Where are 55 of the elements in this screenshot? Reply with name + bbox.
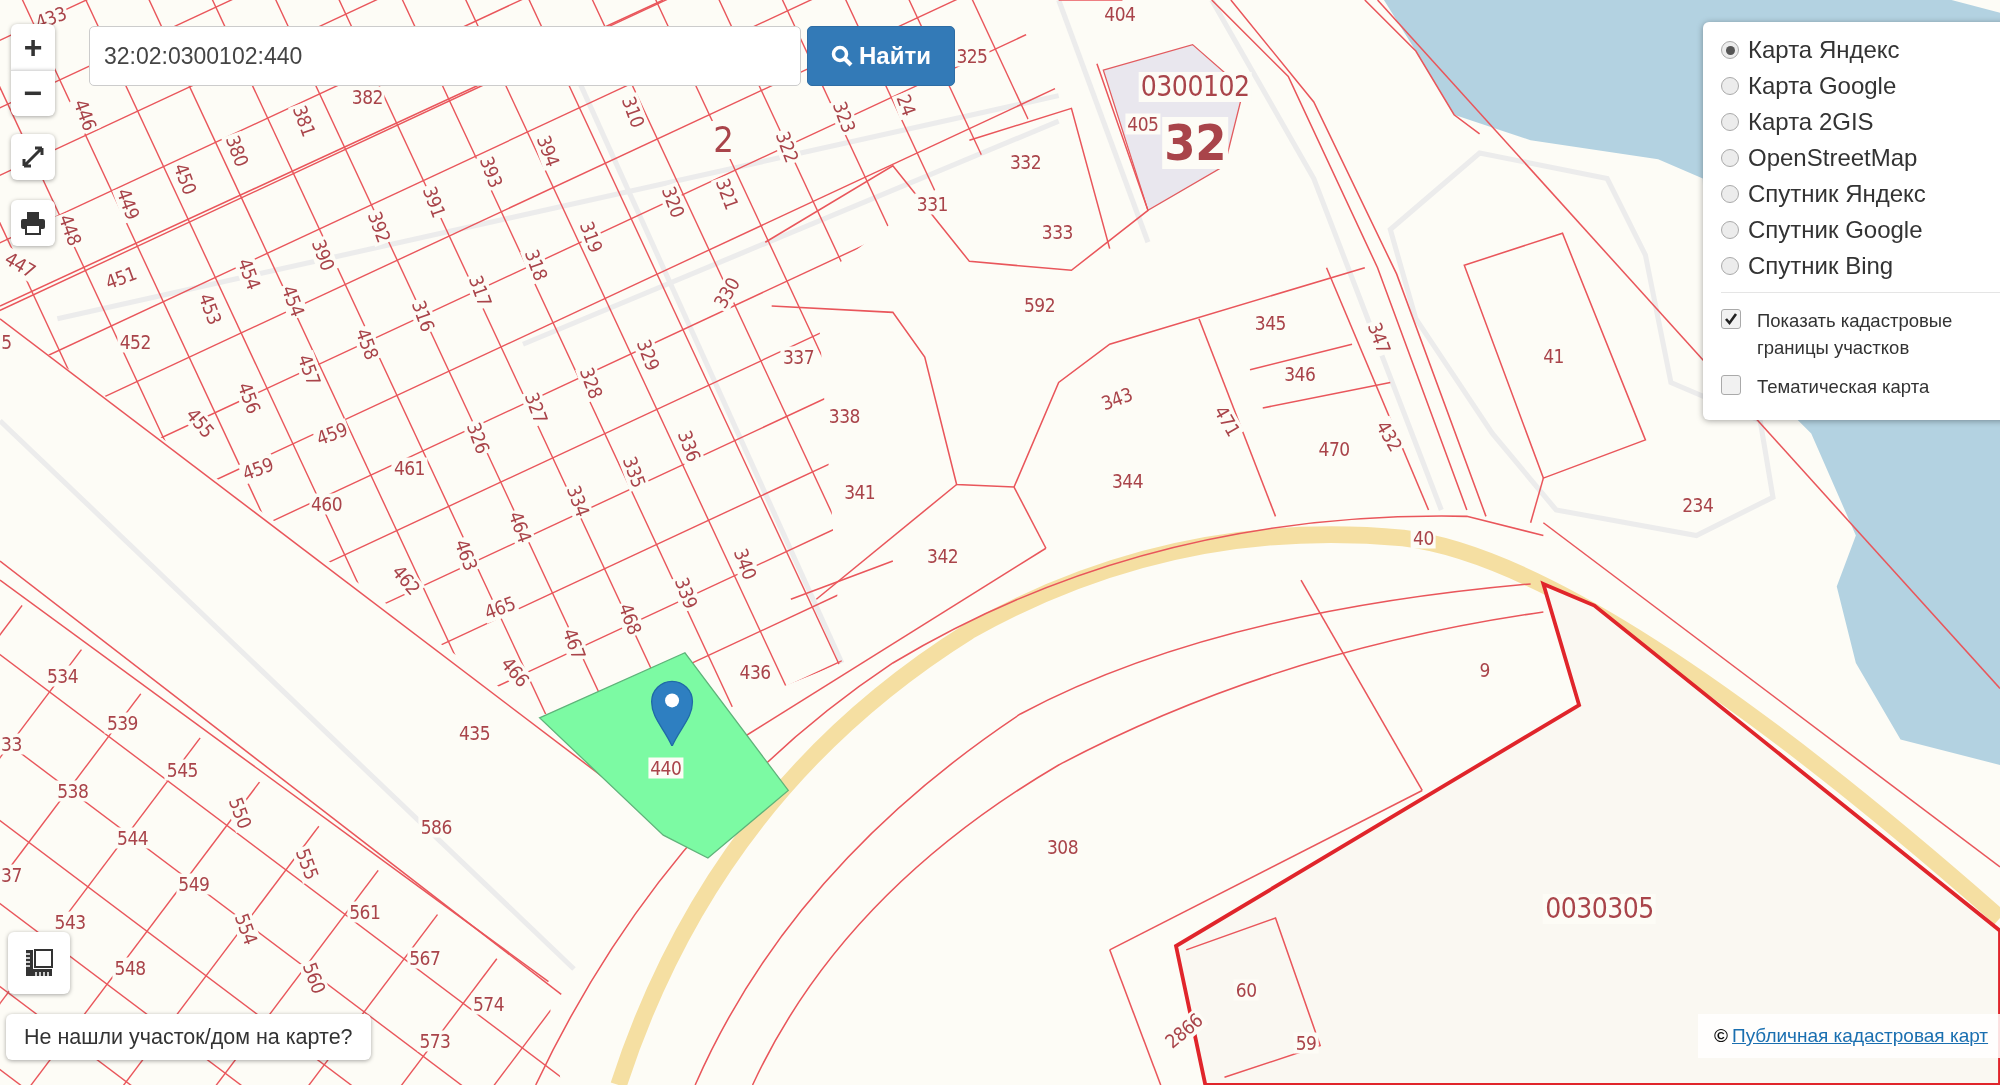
parcel-number: 549	[176, 873, 212, 895]
layer-option-label[interactable]: Карта Google	[1748, 72, 1897, 100]
parcel-number: 586	[418, 816, 454, 837]
parcel-number: 561	[347, 901, 383, 923]
parcel-number: 543	[52, 911, 88, 933]
parcel-number: 548	[112, 957, 148, 979]
measure-button[interactable]	[8, 932, 70, 994]
parcel-number: 567	[407, 947, 443, 969]
zoom-out-button[interactable]: −	[11, 70, 55, 116]
overlay-option-label[interactable]: Показать кадастровые границы участков	[1757, 307, 1997, 361]
search-button[interactable]: Найти	[807, 26, 955, 86]
quarter-number: 0030305	[1543, 894, 1656, 925]
parcel-number: 33	[0, 733, 24, 755]
radio-button[interactable]	[1721, 41, 1739, 59]
quarter-number: 0300102	[1138, 71, 1252, 102]
radio-button[interactable]	[1721, 221, 1739, 239]
layer-option-label[interactable]: Спутник Bing	[1748, 252, 1894, 280]
parcel-number: 405	[1125, 113, 1161, 135]
parcel-number: 331	[914, 193, 950, 215]
printer-icon	[20, 211, 46, 235]
parcel-number: 460	[308, 493, 345, 515]
layer-option-label[interactable]: OpenStreetMap	[1748, 144, 1918, 172]
expand-arrows-icon	[21, 145, 45, 169]
fullscreen-button[interactable]	[11, 134, 55, 180]
parcel-number: 440	[648, 757, 684, 779]
radio-button[interactable]	[1721, 185, 1739, 203]
copyright-sign: ©	[1714, 1025, 1728, 1047]
overlay-option-label[interactable]: Тематическая карта	[1757, 373, 1997, 400]
checkbox[interactable]	[1721, 309, 1741, 329]
parcel-number: 545	[164, 759, 200, 781]
print-button[interactable]	[11, 200, 55, 246]
layer-option-label[interactable]: Спутник Google	[1748, 216, 1923, 244]
parcel-number: 539	[104, 712, 140, 734]
help-button[interactable]: Не нашли участок/дом на карте?	[6, 1014, 371, 1060]
parcel-number: 544	[115, 827, 151, 849]
parcel-number: 573	[417, 1030, 453, 1052]
radio-button[interactable]	[1721, 113, 1739, 131]
parcel-number: 60	[1233, 979, 1259, 1001]
parcel-number: 40	[1411, 527, 1436, 549]
layer-option-label[interactable]: Карта Яндекс	[1748, 36, 1900, 64]
layer-option-label[interactable]: Карта 2GIS	[1748, 108, 1874, 136]
search-icon	[831, 45, 853, 67]
radio-button[interactable]	[1721, 77, 1739, 95]
radio-button[interactable]	[1721, 149, 1739, 167]
block-number: 32	[1162, 116, 1228, 169]
ruler-icon	[24, 948, 54, 978]
parcel-number: 59	[1293, 1032, 1319, 1054]
cadastral-map-link[interactable]: Публичная кадастровая карт	[1732, 1025, 1989, 1047]
search-field[interactable]: 32:02:0300102:440	[89, 26, 801, 86]
layer-option-label[interactable]: Спутник Яндекс	[1748, 180, 1926, 208]
zoom-in-button[interactable]: +	[11, 24, 55, 70]
checkbox[interactable]	[1721, 375, 1741, 395]
parcel-number: 538	[55, 780, 91, 802]
radio-button[interactable]	[1721, 257, 1739, 275]
parcel-number: 574	[470, 993, 507, 1015]
